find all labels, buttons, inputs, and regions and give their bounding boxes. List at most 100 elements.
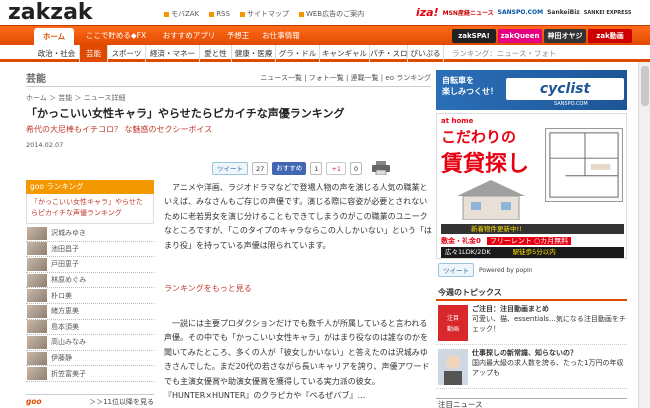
partner-iza[interactable]: iza! bbox=[416, 6, 439, 19]
goo-logo[interactable]: goo bbox=[26, 397, 42, 406]
nav-zakqueen[interactable]: zakQueen bbox=[498, 29, 542, 43]
article-title: 「かっこいい女性キャラ」やらせたらピカイチな声優ランキング bbox=[26, 107, 345, 120]
facebook-like-button[interactable]: おすすめ bbox=[272, 161, 307, 175]
cat-pachislot[interactable]: パチ・スロ bbox=[370, 45, 408, 62]
avatar bbox=[27, 257, 47, 271]
topic-item[interactable]: 注目 動画 ご注目：注目動画まとめ 可愛い、猫、essentials…気になる注目… bbox=[436, 301, 627, 345]
partner-express[interactable]: SANKEI EXPRESS bbox=[584, 10, 632, 16]
ranking-name: 緒方恵美 bbox=[51, 307, 79, 316]
ranking-title-link[interactable]: 「かっこいい女性キャラ」やらせたらピカイチな声優ランキング bbox=[26, 194, 154, 224]
main-nav: ホーム ここで貯める◆FX おすすめアプリ 予想王 お仕事情報 zakSPA! … bbox=[0, 25, 650, 46]
print-icon[interactable] bbox=[372, 161, 391, 175]
ranking-name: 島本須美 bbox=[51, 322, 79, 331]
ranking-more-link[interactable]: ＞＞11位以降を見る bbox=[89, 397, 154, 407]
avatar bbox=[27, 351, 47, 365]
scrollbar-thumb[interactable] bbox=[641, 66, 649, 106]
nav-jobs[interactable]: お仕事情報 bbox=[256, 26, 306, 46]
ranking-item[interactable]: 高山みなみ bbox=[26, 335, 154, 351]
news-header: 注目ニュース bbox=[436, 398, 627, 408]
header-link-rss[interactable]: RSS bbox=[209, 9, 230, 19]
facebook-count: 1 bbox=[310, 161, 323, 175]
nav-home[interactable]: ホーム bbox=[34, 28, 74, 46]
partner-sanspo[interactable]: SANSPO.COM bbox=[498, 9, 543, 16]
avatar bbox=[27, 304, 47, 318]
nav-yosou[interactable]: 予想王 bbox=[220, 26, 256, 46]
ad-tweet-button[interactable]: ツイート bbox=[438, 263, 474, 277]
partner-sankeibiz[interactable]: SankeiBiz bbox=[547, 9, 580, 16]
partner-logos: iza! MSN産経ニュース SANSPO.COM SankeiBiz SANK… bbox=[416, 6, 632, 19]
video-thumbnail-icon: 注目 動画 bbox=[438, 305, 468, 341]
article-paragraph: 一説には主要プロダクションだけでも数千人が所属していると言われる声優。その中でも… bbox=[164, 319, 430, 401]
ranking-item[interactable]: 緒方恵美 bbox=[26, 304, 154, 320]
zakzak-logo[interactable]: zakzak bbox=[8, 1, 148, 23]
avatar bbox=[27, 273, 47, 287]
topics-box: 今週のトピックス 注目 動画 ご注目：注目動画まとめ 可愛い、猫、essentia… bbox=[436, 283, 627, 389]
ranking-item[interactable]: 折笠富美子 bbox=[26, 366, 154, 382]
ranking-name: 伊藤静 bbox=[51, 354, 72, 363]
tweet-button[interactable]: ツイート bbox=[212, 161, 248, 175]
topics-header: 今週のトピックス bbox=[436, 283, 627, 301]
svg-text:zakzak: zakzak bbox=[8, 1, 94, 23]
cat-people[interactable]: ぴいぷる bbox=[408, 45, 444, 62]
avatar bbox=[27, 289, 47, 303]
ranking-item[interactable]: 沢城みゆき bbox=[26, 226, 154, 242]
header-link-mobazak[interactable]: モバZAK bbox=[164, 9, 199, 19]
section-links[interactable]: ニュース一覧 | フォト一覧 | 連載一覧 | eo ランキング bbox=[260, 73, 431, 83]
cat-sports[interactable]: スポーツ bbox=[108, 45, 146, 62]
svg-text:動画: 動画 bbox=[447, 325, 459, 333]
ranking-item[interactable]: 島本須美 bbox=[26, 320, 154, 336]
person-thumbnail-icon bbox=[438, 349, 468, 385]
floorplan-icon bbox=[545, 128, 623, 202]
popin-credit[interactable]: Powered by popIn bbox=[479, 267, 533, 274]
cat-gradol[interactable]: グラ・ドル bbox=[276, 45, 320, 62]
page-scrollbar[interactable] bbox=[638, 62, 650, 408]
ranking-item[interactable]: 戸田恵子 bbox=[26, 257, 154, 273]
bullet-icon bbox=[164, 11, 169, 17]
topic-text: 仕事探しの新常識、知らないの？ 国内最大級の求人数を誇る、たった1万円の年収アップ… bbox=[472, 349, 624, 377]
ranking-name: 朴ロ美 bbox=[51, 291, 72, 300]
nav-kanda[interactable]: 神田オヤジ bbox=[544, 29, 586, 43]
cat-politics[interactable]: 政治・社会 bbox=[34, 45, 80, 62]
ranking-item[interactable]: 伊藤静 bbox=[26, 351, 154, 367]
ranking-name: 林原めぐみ bbox=[51, 276, 87, 285]
ranking-item[interactable]: 池田昌子 bbox=[26, 242, 154, 258]
cat-health[interactable]: 健康・医療 bbox=[232, 45, 276, 62]
avatar bbox=[27, 367, 47, 381]
header-link-sitemap[interactable]: サイトマップ bbox=[239, 9, 289, 19]
athome-brand: at home bbox=[441, 117, 474, 125]
nav-ranking-crumb[interactable]: ランキング：ニュース・フォト bbox=[452, 45, 556, 62]
nav-fx[interactable]: ここで貯める◆FX bbox=[74, 26, 158, 46]
cyclist-ad[interactable]: 自転車を 楽しみつくせ！ cyclist SANSPO.COM bbox=[436, 70, 627, 110]
share-bar: ツイート 27 おすすめ 1 +1 0 bbox=[212, 160, 391, 176]
google-plus-button[interactable]: +1 bbox=[326, 161, 347, 175]
header-link-ads[interactable]: WEB広告のご案内 bbox=[298, 9, 364, 19]
ranking-item[interactable]: 朴ロ美 bbox=[26, 288, 154, 304]
cyclist-ad-copy: 自転車を 楽しみつくせ！ bbox=[442, 76, 498, 96]
avatar bbox=[27, 320, 47, 334]
athome-row2: 敷金・礼金0 フリーレント ○カ月無料 bbox=[441, 236, 624, 246]
article-paragraph: アニメや洋画、ラジオドラマなどで登場人物の声を演じる人気の職業といえば、みなさん… bbox=[164, 183, 432, 250]
tweet-count: 27 bbox=[252, 161, 269, 175]
topic-item[interactable]: 仕事探しの新常識、知らないの？ 国内最大級の求人数を誇る、たった1万円の年収アップ… bbox=[436, 345, 627, 389]
section-bar: 芸能 ニュース一覧 | フォト一覧 | 連載一覧 | eo ランキング bbox=[26, 68, 431, 87]
avatar bbox=[27, 242, 47, 256]
avatar bbox=[27, 335, 47, 349]
partner-msn[interactable]: MSN産経ニュース bbox=[443, 8, 494, 17]
ranking-name: 戸田恵子 bbox=[51, 260, 79, 269]
breadcrumb[interactable]: ホーム ＞ 芸能 ＞ ニュース詳細 bbox=[26, 93, 125, 103]
google-plus-count: 0 bbox=[350, 161, 363, 175]
cat-love[interactable]: 愛と性 bbox=[200, 45, 232, 62]
cat-economy[interactable]: 経済・マネー bbox=[146, 45, 200, 62]
nav-zakdouga[interactable]: zak動画 bbox=[588, 29, 632, 43]
nav-zakspa[interactable]: zakSPA! bbox=[452, 29, 496, 43]
cat-geinou[interactable]: 芸能 bbox=[80, 45, 108, 62]
cyclist-logo: cyclist bbox=[506, 78, 624, 100]
cat-campaign-girl[interactable]: キャンギャル bbox=[320, 45, 370, 62]
nav-apps[interactable]: おすすめアプリ bbox=[158, 26, 220, 46]
more-ranking-link[interactable]: ランキングをもっと見る bbox=[164, 283, 252, 294]
athome-ad[interactable]: at home こだわりの 賃貸探し 新着物件更新中!! 敷金・礼金0 フリーレン… bbox=[436, 113, 627, 259]
ranking-name: 高山みなみ bbox=[51, 338, 86, 347]
ranking-item[interactable]: 林原めぐみ bbox=[26, 273, 154, 289]
ranking-header: goo ランキング bbox=[26, 180, 154, 194]
bullet-icon bbox=[239, 11, 245, 17]
